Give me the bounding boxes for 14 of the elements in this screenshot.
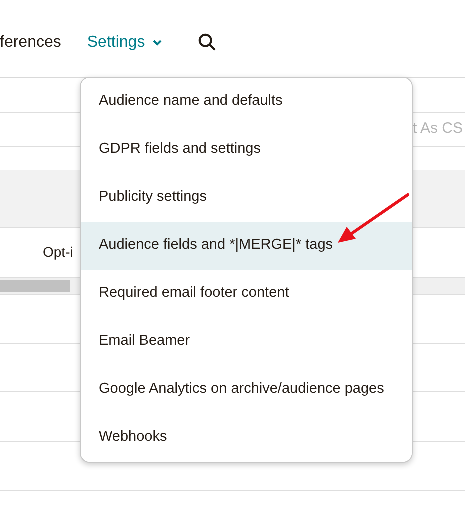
menu-item[interactable]: Google Analytics on archive/audience pages	[81, 366, 412, 414]
nav-tab[interactable]: ferences	[0, 30, 62, 54]
chevron-down-icon	[153, 40, 162, 46]
nav-tab[interactable]: Settings	[87, 30, 162, 54]
menu-item[interactable]: Audience fields and *|MERGE|* tags	[81, 222, 412, 270]
menu-item[interactable]: Publicity settings	[81, 174, 412, 222]
menu-item[interactable]: Required email footer content	[81, 270, 412, 318]
table-cell-text: Opt-i	[43, 243, 74, 262]
menu-item[interactable]: GDPR fields and settings	[81, 126, 412, 174]
menu-item[interactable]: Email Beamer	[81, 318, 412, 366]
menu-item[interactable]: Webhooks	[81, 414, 412, 462]
search-icon[interactable]	[198, 33, 218, 52]
scrollbar-thumb[interactable]	[0, 280, 70, 292]
menu-item[interactable]: Audience name and defaults	[81, 78, 412, 126]
